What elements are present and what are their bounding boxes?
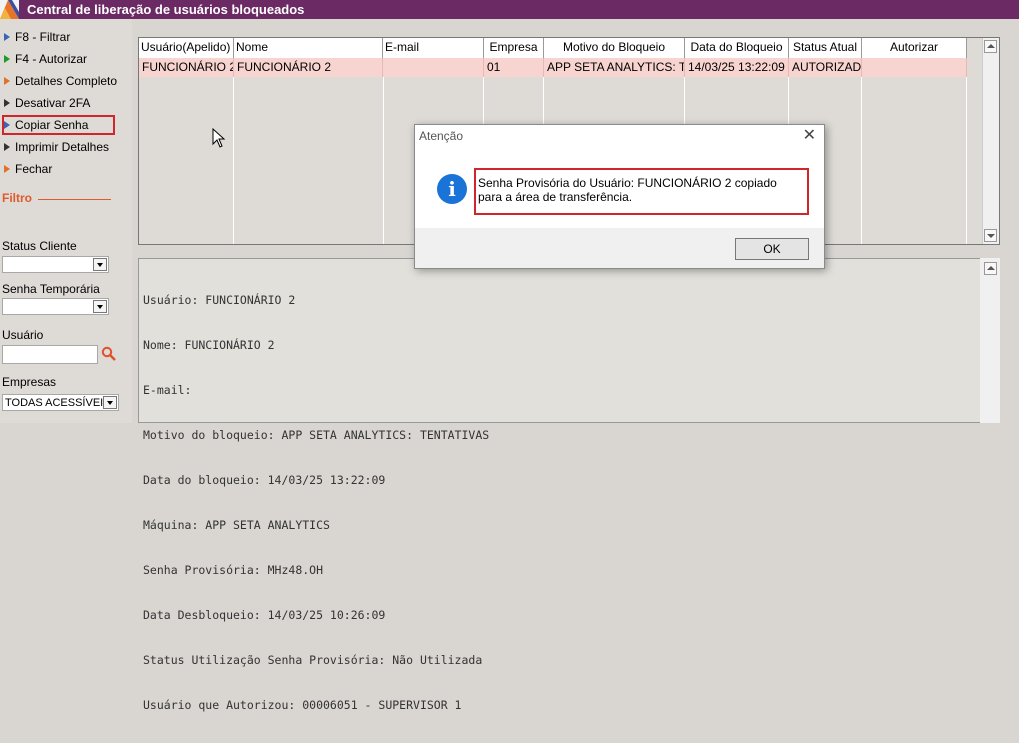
col-data-bloqueio[interactable]: Data do Bloqueio bbox=[685, 38, 789, 58]
col-status-atual[interactable]: Status Atual bbox=[789, 38, 862, 58]
grid-header: Usuário(Apelido) Nome E-mail Empresa Mot… bbox=[139, 38, 967, 59]
menu-label: F8 - Filtrar bbox=[15, 30, 71, 44]
scroll-down-icon[interactable] bbox=[984, 229, 997, 242]
col-empresa[interactable]: Empresa bbox=[484, 38, 544, 58]
cell-nome: FUNCIONÁRIO 2 bbox=[234, 58, 383, 77]
grid-divider bbox=[861, 77, 862, 244]
cell-usuario: FUNCIONÁRIO 2 bbox=[139, 58, 234, 77]
details-line: Máquina: APP SETA ANALYTICS bbox=[143, 518, 330, 532]
chevron-down-icon[interactable] bbox=[103, 396, 117, 409]
dialog-title: Atenção bbox=[419, 129, 464, 143]
details-line: Motivo do bloqueio: APP SETA ANALYTICS: … bbox=[143, 428, 490, 442]
details-line: Usuário: FUNCIONÁRIO 2 bbox=[143, 293, 296, 307]
grid-divider bbox=[383, 77, 384, 244]
cell-email bbox=[383, 58, 484, 77]
menu-label: Desativar 2FA bbox=[15, 96, 91, 110]
menu-detalhes-completo[interactable]: Detalhes Completo bbox=[4, 72, 117, 90]
chevron-down-icon[interactable] bbox=[93, 258, 107, 271]
details-line: Data Desbloqueio: 14/03/25 10:26:09 bbox=[143, 608, 386, 622]
cell-autorizar[interactable] bbox=[862, 58, 967, 77]
filter-heading: Filtro bbox=[2, 191, 32, 205]
menu-fechar[interactable]: Fechar bbox=[4, 160, 52, 178]
col-nome[interactable]: Nome bbox=[234, 38, 383, 58]
search-icon[interactable] bbox=[101, 346, 117, 365]
details-scrollbar[interactable] bbox=[980, 258, 1000, 423]
arrow-right-icon bbox=[4, 98, 10, 107]
menu-filtrar[interactable]: F8 - Filtrar bbox=[4, 28, 70, 46]
dialog-footer: OK bbox=[415, 228, 824, 268]
table-row[interactable]: FUNCIONÁRIO 2 FUNCIONÁRIO 2 01 APP SETA … bbox=[139, 58, 967, 77]
details-line: E-mail: bbox=[143, 383, 192, 397]
grid-divider bbox=[966, 77, 967, 244]
grid-divider bbox=[233, 77, 234, 244]
col-usuario[interactable]: Usuário(Apelido) bbox=[139, 38, 234, 58]
menu-desativar-2fa[interactable]: Desativar 2FA bbox=[4, 94, 90, 112]
info-icon: i bbox=[437, 174, 467, 204]
col-motivo[interactable]: Motivo do Bloqueio bbox=[544, 38, 685, 58]
arrow-right-icon bbox=[4, 32, 10, 41]
empresas-select[interactable]: TODAS ACESSÍVEIS bbox=[2, 394, 119, 411]
window-titlebar: Central de liberação de usuários bloquea… bbox=[0, 0, 1019, 19]
empresas-value: TODAS ACESSÍVEIS bbox=[5, 397, 103, 409]
window-title: Central de liberação de usuários bloquea… bbox=[27, 2, 305, 17]
details-line: Status Utilização Senha Provisória: Não … bbox=[143, 653, 483, 667]
grid-scrollbar[interactable] bbox=[982, 38, 999, 244]
app-logo-icon bbox=[0, 0, 19, 19]
details-line: Senha Provisória: MHz48.OH bbox=[143, 563, 324, 577]
arrow-right-icon bbox=[4, 164, 10, 173]
menu-label: Fechar bbox=[15, 162, 53, 176]
menu-imprimir-detalhes[interactable]: Imprimir Detalhes bbox=[4, 138, 109, 156]
scroll-up-icon[interactable] bbox=[984, 262, 997, 275]
attention-dialog: Atenção ✕ i Senha Provisória do Usuário:… bbox=[414, 124, 825, 269]
mouse-cursor-icon bbox=[212, 127, 226, 151]
details-lines: Usuário: FUNCIONÁRIO 2 Nome: FUNCIONÁRIO… bbox=[143, 263, 489, 743]
dialog-message: Senha Provisória do Usuário: FUNCIONÁRIO… bbox=[478, 176, 777, 204]
cell-status-atual: AUTORIZADO bbox=[789, 58, 862, 77]
usuario-input[interactable] bbox=[2, 345, 98, 364]
arrow-right-icon bbox=[4, 142, 10, 151]
cell-motivo: APP SETA ANALYTICS: TENTATIVAS bbox=[544, 58, 685, 77]
details-line: Nome: FUNCIONÁRIO 2 bbox=[143, 338, 275, 352]
cell-empresa: 01 bbox=[484, 58, 544, 77]
menu-autorizar[interactable]: F4 - Autorizar bbox=[4, 50, 87, 68]
usuario-label: Usuário bbox=[2, 328, 44, 342]
menu-label: F4 - Autorizar bbox=[15, 52, 88, 66]
arrow-right-icon bbox=[4, 54, 10, 63]
sidebar: F8 - Filtrar F4 - Autorizar Detalhes Com… bbox=[0, 19, 132, 423]
col-autorizar[interactable]: Autorizar bbox=[862, 38, 967, 58]
details-line: Data do bloqueio: 14/03/25 13:22:09 bbox=[143, 473, 386, 487]
copiar-senha-highlight bbox=[2, 115, 115, 135]
scroll-up-icon[interactable] bbox=[984, 40, 997, 53]
chevron-down-icon[interactable] bbox=[93, 300, 107, 313]
status-cliente-label: Status Cliente bbox=[2, 239, 77, 253]
close-icon[interactable]: ✕ bbox=[803, 127, 816, 145]
senha-temporaria-label: Senha Temporária bbox=[2, 282, 100, 296]
details-line: Usuário que Autorizou: 00006051 - SUPERV… bbox=[143, 698, 462, 712]
details-textarea[interactable]: Usuário: FUNCIONÁRIO 2 Nome: FUNCIONÁRIO… bbox=[138, 258, 1000, 712]
arrow-right-icon bbox=[4, 76, 10, 85]
menu-label: Imprimir Detalhes bbox=[15, 140, 110, 154]
status-cliente-select[interactable] bbox=[2, 256, 109, 273]
filter-divider bbox=[38, 199, 111, 200]
senha-temporaria-select[interactable] bbox=[2, 298, 109, 315]
ok-button[interactable]: OK bbox=[735, 238, 809, 260]
cell-data-bloqueio: 14/03/25 13:22:09 bbox=[685, 58, 789, 77]
menu-label: Detalhes Completo bbox=[15, 74, 118, 88]
col-email[interactable]: E-mail bbox=[383, 38, 484, 58]
empresas-label: Empresas bbox=[2, 375, 57, 389]
